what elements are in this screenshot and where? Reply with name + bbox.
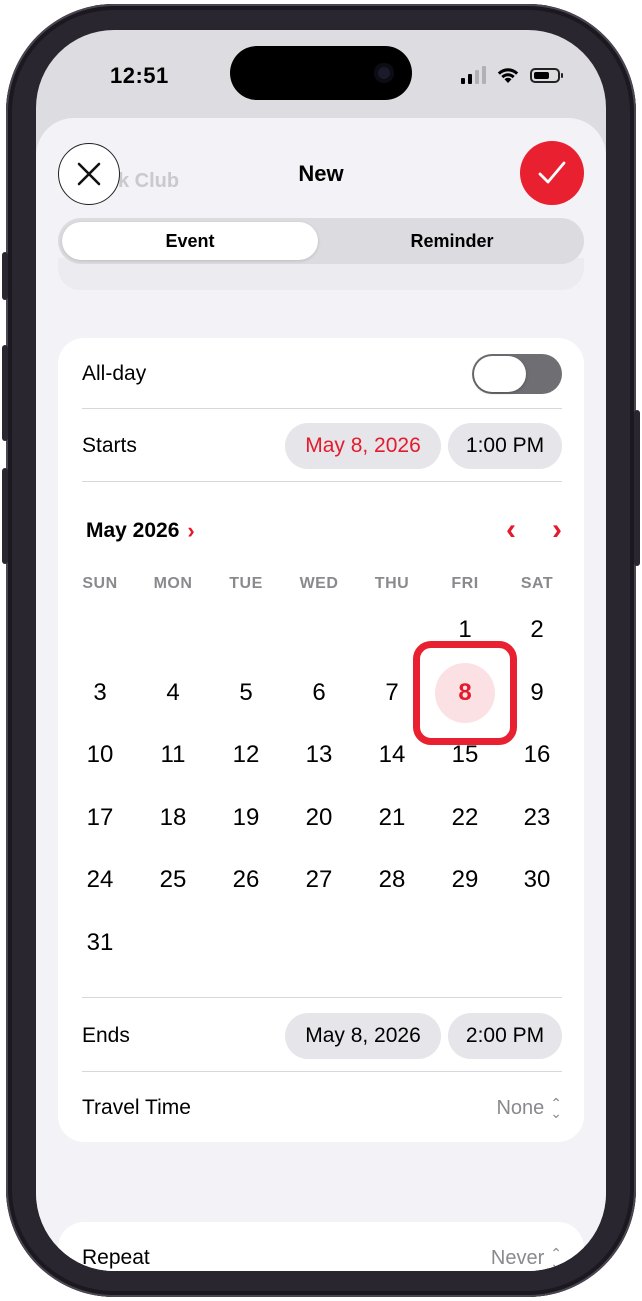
starts-row: Starts May 8, 2026 1:00 PM <box>82 422 562 470</box>
wifi-icon <box>497 68 519 83</box>
weekday-label-mon: MON <box>153 575 193 592</box>
calendar-day[interactable]: 30 <box>507 850 567 910</box>
divider <box>82 408 562 409</box>
previous-month-button[interactable]: ‹ <box>506 510 516 550</box>
repeat-card: Repeat Never ⌃ ⌄ <box>58 1222 584 1271</box>
month-nav: ‹ › <box>506 510 562 550</box>
calendar-day[interactable]: 16 <box>507 725 567 785</box>
travel-time-label: Travel Time <box>82 1096 191 1119</box>
repeat-value-text: Never <box>490 1246 545 1269</box>
travel-time-row[interactable]: Travel Time None ⌃ ⌄ <box>82 1086 562 1130</box>
chevron-up-down-icon: ⌃ ⌄ <box>550 1245 562 1271</box>
calendar-day[interactable]: 2 <box>507 600 567 660</box>
volume-down-button <box>2 468 8 564</box>
calendar-day[interactable]: 4 <box>143 663 203 723</box>
tab-event[interactable]: Event <box>62 222 318 260</box>
calendar-day[interactable]: 31 <box>70 913 130 973</box>
front-camera <box>374 63 394 83</box>
weekday-label-thu: THU <box>374 575 410 592</box>
divider <box>82 481 562 482</box>
calendar-day[interactable]: 3 <box>70 663 130 723</box>
cellular-signal-icon <box>461 66 486 84</box>
calendar-day[interactable]: 9 <box>507 663 567 723</box>
calendar-day[interactable]: 7 <box>362 663 422 723</box>
ends-date-button[interactable]: May 8, 2026 <box>285 1013 441 1059</box>
toggle-knob <box>474 356 526 392</box>
calendar-day[interactable]: 5 <box>216 663 276 723</box>
calendar-day[interactable]: 28 <box>362 850 422 910</box>
weekday-label-wed: WED <box>299 575 339 592</box>
ends-label: Ends <box>82 1024 130 1047</box>
calendar-day[interactable]: 26 <box>216 850 276 910</box>
calendar-day[interactable]: 20 <box>289 788 349 848</box>
calendar-day[interactable]: 11 <box>143 725 203 785</box>
all-day-toggle[interactable] <box>472 354 562 394</box>
calendar-day[interactable]: 6 <box>289 663 349 723</box>
repeat-row[interactable]: Repeat Never ⌃ ⌄ <box>82 1236 562 1271</box>
new-event-sheet: k Club New Event Reminder All-day Starts… <box>36 118 606 1271</box>
calendar-day[interactable]: 24 <box>70 850 130 910</box>
tab-reminder[interactable]: Reminder <box>320 218 584 264</box>
calendar-day[interactable]: 17 <box>70 788 130 848</box>
weekday-label-tue: TUE <box>229 575 263 592</box>
volume-up-button <box>2 345 8 441</box>
weekday-label-fri: FRI <box>451 575 479 592</box>
starts-label: Starts <box>82 434 137 457</box>
travel-time-value-text: None <box>496 1096 545 1119</box>
dynamic-island <box>230 46 412 100</box>
calendar-day[interactable]: 29 <box>435 850 495 910</box>
power-button <box>634 410 640 566</box>
calendar-day[interactable]: 21 <box>362 788 422 848</box>
calendar-day-selected[interactable]: 8 <box>435 662 495 723</box>
divider <box>82 1071 562 1072</box>
calendar-day[interactable]: 19 <box>216 788 276 848</box>
calendar-day[interactable]: 27 <box>289 850 349 910</box>
status-icons <box>461 66 563 84</box>
all-day-row: All-day <box>82 352 562 396</box>
calendar-day[interactable]: 10 <box>70 725 130 785</box>
month-picker-button[interactable]: May 2026 › <box>86 518 195 544</box>
status-time: 12:51 <box>110 63 169 88</box>
travel-time-value[interactable]: None ⌃ ⌄ <box>496 1095 562 1121</box>
weekday-label-sun: SUN <box>82 575 118 592</box>
ends-time-button[interactable]: 2:00 PM <box>448 1013 562 1059</box>
calendar-day[interactable]: 25 <box>143 850 203 910</box>
chevron-right-icon: › <box>187 518 195 543</box>
next-month-button[interactable]: › <box>552 510 562 550</box>
weekday-label-sat: SAT <box>520 575 554 592</box>
event-type-control: Event Reminder <box>58 218 584 264</box>
calendar-day[interactable]: 13 <box>289 725 349 785</box>
calendar-day[interactable]: 1 <box>435 600 495 660</box>
starts-time-button[interactable]: 1:00 PM <box>448 423 562 469</box>
checkmark-icon <box>538 161 566 184</box>
month-label: May 2026 <box>86 519 180 542</box>
divider <box>82 997 562 998</box>
calendar-day[interactable]: 23 <box>507 788 567 848</box>
starts-date-button[interactable]: May 8, 2026 <box>285 423 441 469</box>
calendar-day[interactable]: 15 <box>435 725 495 785</box>
calendar-day[interactable]: 22 <box>435 788 495 848</box>
calendar-day[interactable]: 12 <box>216 725 276 785</box>
repeat-value[interactable]: Never ⌃ ⌄ <box>490 1245 562 1271</box>
chevron-up-down-icon: ⌃ ⌄ <box>550 1095 562 1121</box>
calendar-day[interactable]: 18 <box>143 788 203 848</box>
screen: 12:51 k Club New Event Reminder All-day … <box>36 30 606 1271</box>
repeat-label: Repeat <box>82 1246 150 1269</box>
confirm-button[interactable] <box>520 141 584 205</box>
date-time-card: All-day Starts May 8, 2026 1:00 PM May 2… <box>58 338 584 1142</box>
action-button <box>2 252 8 300</box>
battery-icon <box>530 67 563 83</box>
ends-row: Ends May 8, 2026 2:00 PM <box>82 1012 562 1060</box>
calendar-day[interactable]: 14 <box>362 725 422 785</box>
all-day-label: All-day <box>82 362 147 385</box>
